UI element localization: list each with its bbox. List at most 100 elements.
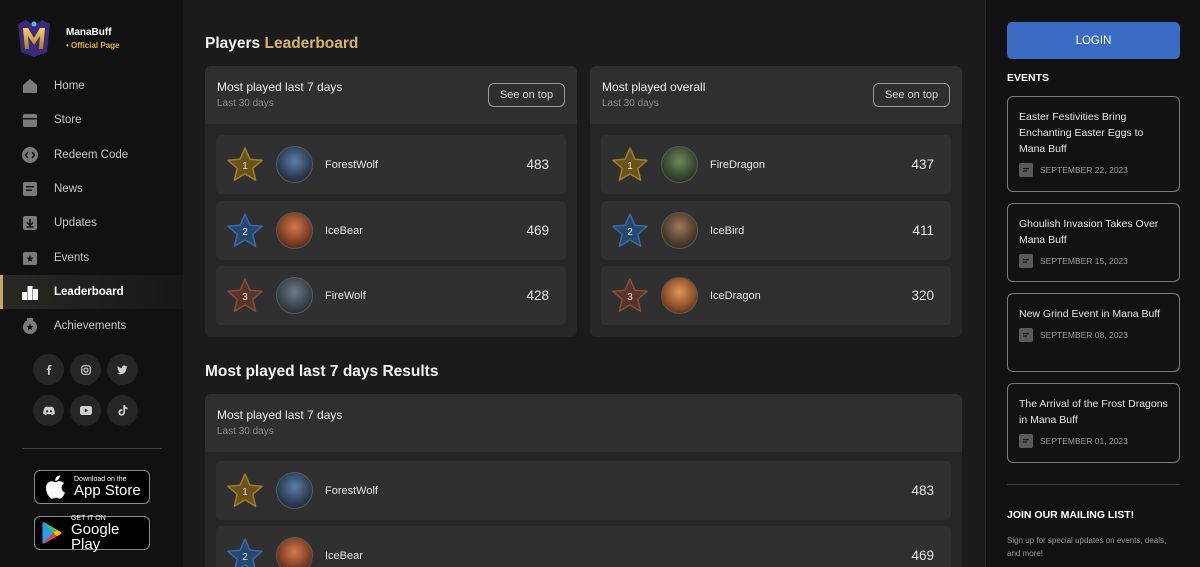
sidebar-item-updates[interactable]: Updates: [0, 206, 183, 240]
avatar: [276, 146, 313, 183]
youtube-icon[interactable]: [70, 395, 101, 426]
facebook-icon[interactable]: [33, 354, 64, 385]
leaderboard-row[interactable]: 2 IceBear 469: [216, 526, 951, 567]
player-score: 411: [912, 223, 934, 238]
sidebar-item-store[interactable]: Store: [0, 103, 183, 137]
player-name: IceBird: [710, 224, 745, 237]
news-icon: [1019, 163, 1033, 177]
event-title: The Arrival of the Frost Dragons in Mana…: [1019, 398, 1168, 426]
player-name: IceBear: [325, 549, 363, 562]
home-icon: [21, 77, 39, 95]
avatar: [661, 277, 698, 314]
card-header: Most played overall Last 30 days See on …: [590, 66, 962, 124]
mailing-list-text: Sign up for special updates on events, d…: [1007, 536, 1167, 558]
page-title: Players Leaderboard: [205, 35, 358, 53]
sidebar-item-events[interactable]: Events: [0, 240, 183, 274]
apple-icon: [46, 475, 65, 499]
avatar: [276, 212, 313, 249]
google-play-icon: [42, 522, 62, 544]
sidebar-item-achievements[interactable]: Achievements: [0, 309, 183, 343]
event-card[interactable]: Ghoulish Invasion Takes Over Mana Buff S…: [1007, 203, 1180, 282]
rank-number: 3: [242, 292, 248, 303]
results-title: Most played last 7 days Results: [205, 363, 439, 380]
app-store-button[interactable]: Download on the App Store: [34, 470, 150, 504]
sidebar-item-leaderboard[interactable]: Leaderboard: [0, 274, 183, 310]
app-store-label: App Store: [74, 482, 141, 499]
leaderboard-row[interactable]: 1 ForestWolf 483: [216, 461, 951, 520]
rank-number: 3: [627, 292, 633, 303]
events-icon: [21, 249, 39, 267]
see-on-top-button[interactable]: See on top: [488, 83, 565, 107]
rank-number: 1: [242, 161, 248, 172]
manabuff-logo-icon: [18, 20, 50, 57]
player-score: 483: [911, 483, 934, 498]
player-name: FireDragon: [710, 158, 766, 171]
leaderboard-row[interactable]: 3 FireWolf 428: [216, 266, 566, 325]
player-name: IceDragon: [710, 289, 761, 302]
event-date: SEPTEMBER 22, 2023: [1040, 165, 1128, 175]
sidebar-item-label: Achievements: [54, 320, 127, 333]
event-card[interactable]: New Grind Event in Mana Buff SEPTEMBER 0…: [1007, 293, 1180, 372]
instagram-icon[interactable]: [70, 354, 101, 385]
twitter-icon[interactable]: [107, 354, 138, 385]
brand-name: ManaBuff: [66, 26, 112, 38]
sidebar-item-label: Redeem Code: [54, 148, 129, 161]
news-icon: [1019, 434, 1033, 448]
rank-number: 2: [627, 227, 633, 238]
event-card[interactable]: The Arrival of the Frost Dragons in Mana…: [1007, 383, 1180, 463]
tiktok-icon[interactable]: [107, 395, 138, 426]
brand[interactable]: ManaBuff • Official Page: [14, 18, 119, 58]
player-name: FireWolf: [325, 289, 366, 302]
card-header: Most played last 7 days Last 30 days: [205, 394, 962, 452]
news-icon: [21, 180, 39, 198]
event-title: New Grind Event in Mana Buff: [1019, 308, 1161, 320]
player-name: ForestWolf: [325, 158, 378, 171]
rank-number: 2: [242, 227, 248, 238]
player-score: 483: [526, 157, 549, 172]
events-heading: EVENTS: [1007, 72, 1050, 84]
google-play-button[interactable]: GET IT ON Google Play: [34, 515, 150, 552]
card-subtitle: Last 30 days: [217, 426, 274, 437]
social-links: [33, 354, 141, 436]
event-date: SEPTEMBER 15, 2023: [1040, 256, 1128, 266]
player-name: ForestWolf: [325, 484, 378, 497]
player-score: 320: [911, 288, 934, 303]
sidebar-item-home[interactable]: Home: [0, 69, 183, 103]
brand-subtitle: • Official Page: [66, 40, 120, 50]
leaderboard-row[interactable]: 2 IceBear 469: [216, 201, 566, 260]
download-icon: [21, 214, 39, 232]
login-button[interactable]: LOGIN: [1007, 22, 1180, 59]
event-card[interactable]: Easter Festivities Bring Enchanting East…: [1007, 96, 1180, 192]
sidebar-item-label: Store: [54, 114, 82, 127]
leaderboard-row[interactable]: 1 FireDragon 437: [601, 135, 951, 194]
rank-number: 2: [242, 552, 248, 563]
discord-icon[interactable]: [33, 395, 64, 426]
avatar: [276, 537, 313, 567]
page-title-plain: Players: [205, 35, 261, 52]
event-title: Easter Festivities Bring Enchanting East…: [1019, 111, 1144, 155]
leaderboard-row[interactable]: 2 IceBird 411: [601, 201, 951, 260]
event-title: Ghoulish Invasion Takes Over Mana Buff: [1019, 218, 1159, 246]
sidebar-item-news[interactable]: News: [0, 172, 183, 206]
event-date: SEPTEMBER 01, 2023: [1040, 436, 1128, 446]
avatar: [661, 212, 698, 249]
sidebar-item-redeem-code[interactable]: Redeem Code: [0, 138, 183, 172]
card-title: Most played last 7 days: [217, 408, 343, 422]
mailing-list-heading: JOIN OUR MAILING LIST!: [1007, 509, 1135, 521]
player-score: 469: [911, 548, 934, 563]
player-name: IceBear: [325, 224, 363, 237]
see-on-top-button[interactable]: See on top: [873, 83, 950, 107]
leaderboard-row[interactable]: 1 ForestWolf 483: [216, 135, 566, 194]
sidebar-item-label: Updates: [54, 217, 97, 230]
right-panel: LOGIN EVENTS Easter Festivities Bring En…: [985, 0, 1200, 567]
leaderboard-card-last-7-days: Most played last 7 days Last 30 days See…: [205, 66, 577, 337]
news-icon: [1019, 254, 1033, 268]
rank-number: 1: [242, 487, 248, 498]
leaderboard-card-overall: Most played overall Last 30 days See on …: [590, 66, 962, 337]
avatar: [276, 472, 313, 509]
sidebar-item-label: Home: [54, 80, 85, 93]
player-score: 428: [526, 288, 549, 303]
achievement-icon: [21, 317, 39, 335]
sidebar: ManaBuff • Official Page Home Store Rede…: [0, 0, 183, 567]
leaderboard-row[interactable]: 3 IceDragon 320: [601, 266, 951, 325]
